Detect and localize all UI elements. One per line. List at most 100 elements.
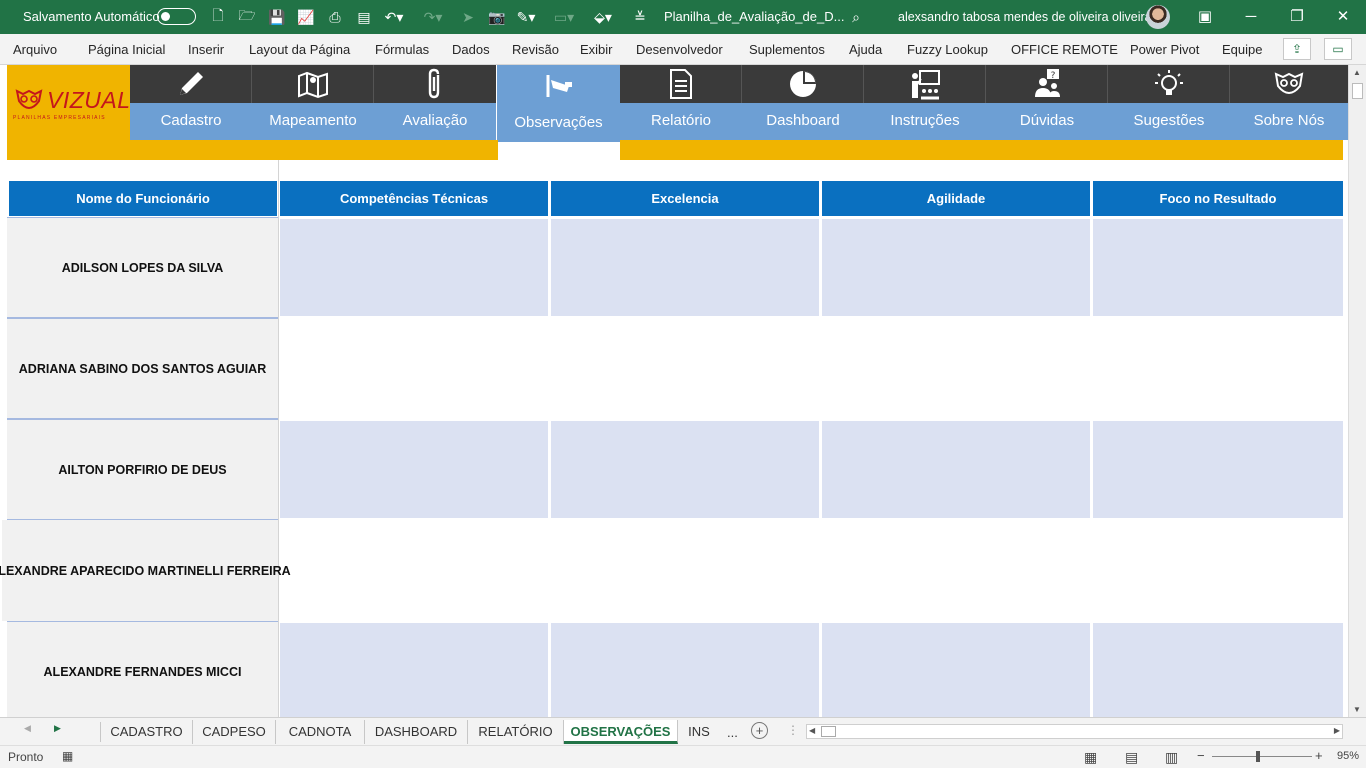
chart-icon[interactable]: 📈 bbox=[296, 7, 316, 27]
camera-icon[interactable]: 📷 bbox=[487, 7, 507, 27]
menu-pagina-inicial[interactable]: Página Inicial bbox=[88, 42, 165, 57]
save-icon[interactable]: 💾 bbox=[267, 7, 287, 27]
scroll-down-icon[interactable]: ▼ bbox=[1353, 705, 1361, 714]
zoom-in-icon[interactable]: + bbox=[1315, 748, 1323, 763]
menu-dados[interactable]: Dados bbox=[452, 42, 490, 57]
fill-color-icon[interactable]: ⬙▾ bbox=[593, 7, 613, 27]
edit-doc-icon[interactable]: ✎▾ bbox=[516, 7, 536, 27]
table-cell[interactable] bbox=[551, 421, 819, 518]
sheet-tab-cadastro[interactable]: CADASTRO bbox=[101, 720, 193, 744]
scroll-thumb[interactable] bbox=[1352, 83, 1363, 99]
menu-formulas[interactable]: Fórmulas bbox=[375, 42, 429, 57]
redo-icon[interactable]: ↷▾ bbox=[423, 7, 443, 27]
scroll-left-icon[interactable]: ◀ bbox=[809, 726, 815, 735]
ribbon-display-icon[interactable]: ▣ bbox=[1195, 7, 1215, 27]
restore-icon[interactable]: ❐ bbox=[1287, 7, 1307, 27]
share-icon[interactable]: ⇪ bbox=[1283, 38, 1311, 60]
table-cell[interactable] bbox=[551, 623, 819, 717]
search-icon[interactable]: ⌕ bbox=[846, 7, 866, 27]
employee-name-cell[interactable]: ALEXANDRE APARECIDO MARTINELLI FERREIRA bbox=[0, 520, 291, 621]
sheet-tab-observacoes[interactable]: OBSERVAÇÕES bbox=[564, 720, 678, 744]
table-cell[interactable] bbox=[822, 421, 1090, 518]
page-break-view-icon[interactable]: ▥ bbox=[1165, 749, 1178, 766]
nav-tab-cadastro[interactable]: Cadastro bbox=[130, 65, 252, 140]
nav-tab-duvidas[interactable]: ? Dúvidas bbox=[986, 65, 1108, 140]
table-cell[interactable] bbox=[822, 623, 1090, 717]
header-excelencia[interactable]: Excelencia bbox=[551, 181, 819, 216]
macro-record-icon[interactable]: ▦ bbox=[62, 749, 73, 763]
table-cell[interactable] bbox=[280, 421, 548, 518]
header-agilidade[interactable]: Agilidade bbox=[822, 181, 1090, 216]
vertical-scrollbar[interactable]: ▲ ▼ bbox=[1348, 65, 1366, 717]
menu-desenvolvedor[interactable]: Desenvolvedor bbox=[636, 42, 723, 57]
nav-tab-dashboard[interactable]: Dashboard bbox=[742, 65, 864, 140]
scroll-right-icon[interactable]: ▶ bbox=[1334, 726, 1340, 735]
open-folder-icon[interactable]: 🗁 bbox=[237, 7, 257, 27]
nav-tab-sobre-nos[interactable]: Sobre Nós bbox=[1230, 65, 1348, 140]
sheet-tab-cadnota[interactable]: CADNOTA bbox=[276, 720, 365, 744]
send-icon[interactable]: ➤ bbox=[458, 7, 478, 27]
zoom-out-icon[interactable]: − bbox=[1197, 748, 1205, 763]
add-sheet-icon[interactable]: + bbox=[751, 722, 768, 739]
next-sheet-icon[interactable]: ▶ bbox=[54, 723, 61, 734]
close-icon[interactable]: ✕ bbox=[1333, 7, 1353, 27]
nav-tab-mapeamento[interactable]: Mapeamento bbox=[252, 65, 374, 140]
table-cell[interactable] bbox=[551, 219, 819, 316]
header-foco[interactable]: Foco no Resultado bbox=[1093, 181, 1343, 216]
undo-icon[interactable]: ↶▾ bbox=[384, 7, 404, 27]
menu-suplementos[interactable]: Suplementos bbox=[749, 42, 825, 57]
menu-office-remote[interactable]: OFFICE REMOTE bbox=[1011, 42, 1118, 57]
table-cell[interactable] bbox=[280, 219, 548, 316]
sheet-tab-ins[interactable]: INS bbox=[678, 720, 720, 744]
menu-ajuda[interactable]: Ajuda bbox=[849, 42, 882, 57]
employee-name-cell[interactable]: AILTON PORFIRIO DE DEUS bbox=[7, 419, 278, 520]
page-layout-view-icon[interactable]: ▤ bbox=[1125, 749, 1138, 766]
nav-tab-instrucoes[interactable]: Instruções bbox=[864, 65, 986, 140]
tab-split-handle-icon[interactable]: ⋮ bbox=[787, 723, 799, 737]
more-sheets-button[interactable]: ... bbox=[727, 725, 738, 740]
avatar[interactable] bbox=[1146, 5, 1170, 29]
menu-equipe[interactable]: Equipe bbox=[1222, 42, 1262, 57]
menu-exibir[interactable]: Exibir bbox=[580, 42, 613, 57]
nav-tab-avaliacao[interactable]: Avaliação bbox=[374, 65, 496, 140]
sheet-tab-cadpeso[interactable]: CADPESO bbox=[193, 720, 276, 744]
zoom-level[interactable]: 95% bbox=[1337, 750, 1359, 762]
table-cell[interactable] bbox=[1093, 623, 1343, 717]
autosave-toggle[interactable] bbox=[157, 8, 196, 25]
menu-inserir[interactable]: Inserir bbox=[188, 42, 224, 57]
employee-name-cell[interactable]: ALEXANDRE FERNANDES MICCI bbox=[7, 621, 278, 717]
worksheet[interactable]: VIZUAL PLANILHAS EMPRESARIAIS Cadastro M… bbox=[0, 65, 1348, 717]
print-preview-icon[interactable]: ⎙ bbox=[325, 7, 345, 27]
new-file-icon[interactable]: 🗋 bbox=[208, 7, 228, 27]
minimize-icon[interactable]: ─ bbox=[1241, 7, 1261, 27]
menu-arquivo[interactable]: Arquivo bbox=[13, 42, 57, 57]
table-cell[interactable] bbox=[280, 623, 548, 717]
menu-revisao[interactable]: Revisão bbox=[512, 42, 559, 57]
pdf-icon[interactable]: ▤ bbox=[354, 7, 374, 27]
sheet-tab-relatorio[interactable]: RELATÓRIO bbox=[468, 720, 564, 744]
table-cell[interactable] bbox=[1093, 421, 1343, 518]
sheet-tab-dashboard[interactable]: DASHBOARD bbox=[365, 720, 468, 744]
nav-tab-sugestoes[interactable]: Sugestões bbox=[1108, 65, 1230, 140]
user-name[interactable]: alexsandro tabosa mendes de oliveira oli… bbox=[898, 10, 1152, 24]
comments-icon[interactable]: ▭ bbox=[1324, 38, 1352, 60]
menu-layout-da-pagina[interactable]: Layout da Página bbox=[249, 42, 350, 57]
table-cell[interactable] bbox=[822, 219, 1090, 316]
employee-name-cell[interactable]: ADILSON LOPES DA SILVA bbox=[7, 217, 278, 318]
header-competencias[interactable]: Competências Técnicas bbox=[280, 181, 548, 216]
customize-qat-icon[interactable]: ≚ bbox=[630, 7, 650, 27]
form-icon[interactable]: ▭▾ bbox=[554, 7, 574, 27]
scroll-thumb[interactable] bbox=[821, 726, 836, 737]
scroll-up-icon[interactable]: ▲ bbox=[1353, 68, 1361, 77]
zoom-slider-thumb[interactable] bbox=[1256, 751, 1260, 762]
nav-tab-relatorio[interactable]: Relatório bbox=[620, 65, 742, 140]
horizontal-scrollbar[interactable]: ◀ ▶ bbox=[806, 724, 1343, 739]
nav-tab-observacoes[interactable]: Observações bbox=[497, 65, 620, 142]
table-cell[interactable] bbox=[1093, 219, 1343, 316]
menu-fuzzy-lookup[interactable]: Fuzzy Lookup bbox=[907, 42, 988, 57]
header-nome[interactable]: Nome do Funcionário bbox=[9, 181, 277, 216]
prev-sheet-icon[interactable]: ◀ bbox=[24, 723, 31, 734]
menu-power-pivot[interactable]: Power Pivot bbox=[1130, 42, 1199, 57]
zoom-slider[interactable] bbox=[1212, 756, 1312, 757]
normal-view-icon[interactable]: ▦ bbox=[1084, 749, 1097, 766]
